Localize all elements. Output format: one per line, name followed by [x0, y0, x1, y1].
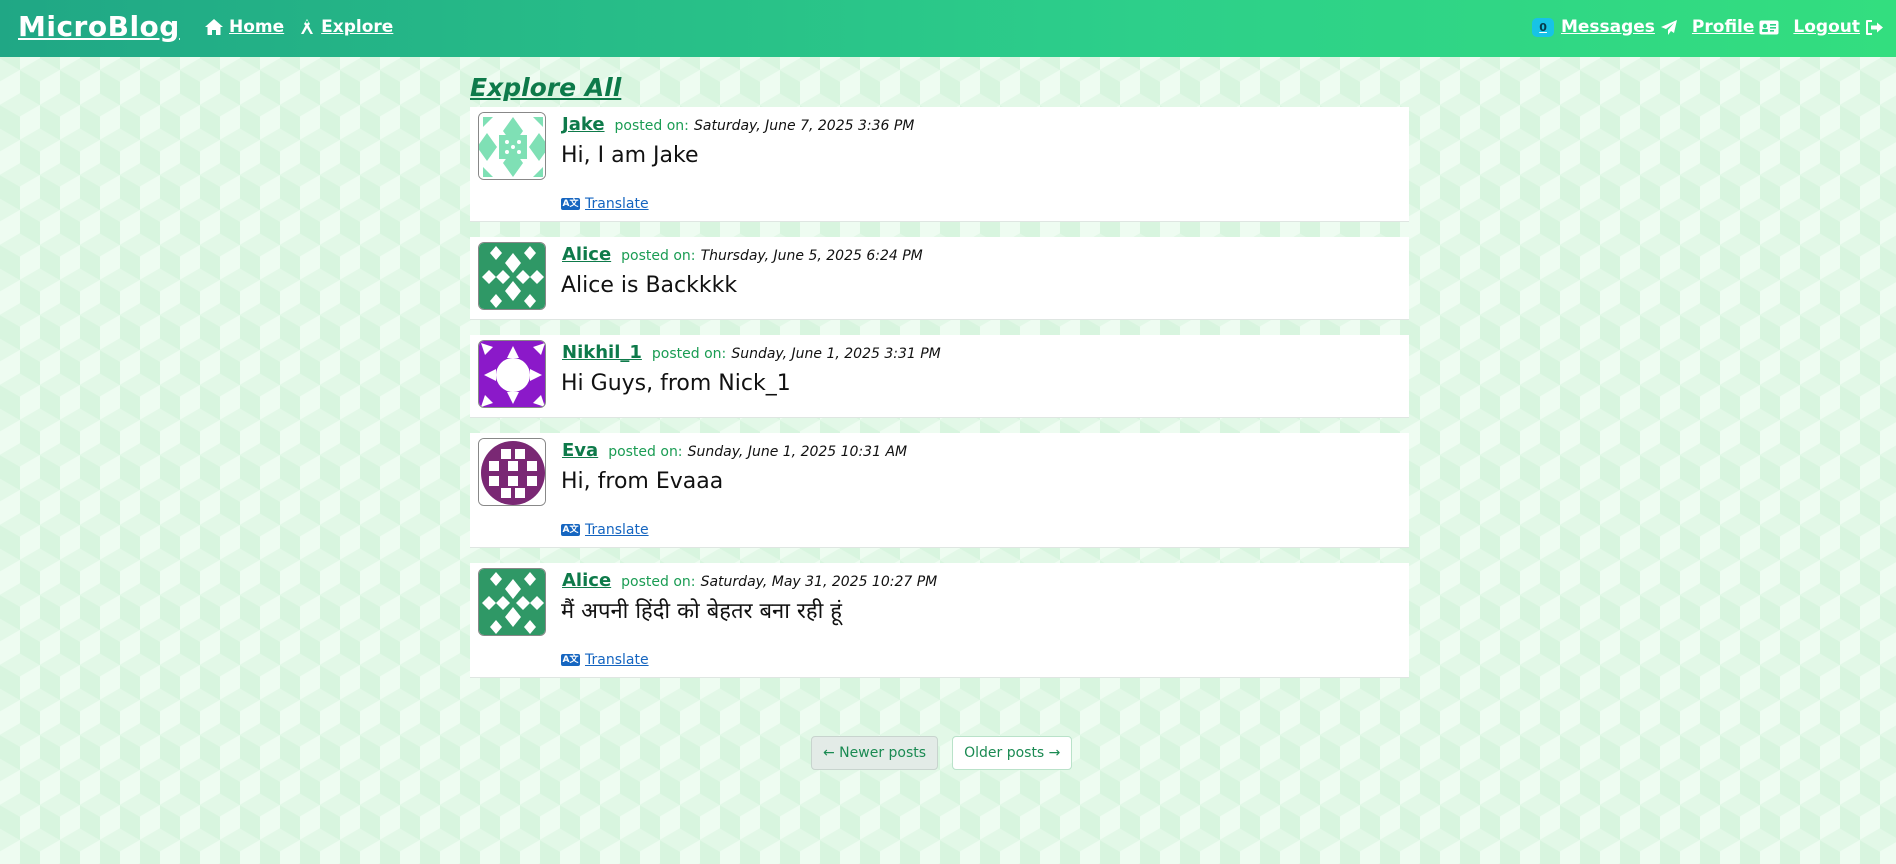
posted-on-label: posted on:	[621, 248, 696, 264]
nav-messages-link[interactable]: 0 Messages	[1532, 17, 1678, 37]
newer-posts-button[interactable]: ← Newer posts	[811, 736, 939, 770]
nav-right: 0 Messages Profile Logout	[1532, 17, 1884, 37]
post-author-link[interactable]: Alice	[562, 570, 611, 591]
messages-count-badge: 0	[1532, 17, 1554, 37]
translate-icon: A文	[561, 524, 580, 536]
nav-explore-label: Explore	[321, 17, 394, 37]
translate-label: Translate	[585, 196, 649, 212]
post-date: Saturday, May 31, 2025 10:27 PM	[700, 574, 938, 590]
nav-home-label: Home	[229, 17, 285, 37]
identicon-image	[479, 341, 545, 407]
posted-on-label: posted on:	[614, 118, 689, 134]
post-header: Alice posted on: Thursday, June 5, 2025 …	[562, 244, 923, 265]
post-header: Alice posted on: Saturday, May 31, 2025 …	[562, 570, 937, 591]
post-author-link[interactable]: Jake	[562, 114, 605, 135]
posted-on-label: posted on:	[621, 574, 696, 590]
identicon-image	[479, 243, 545, 309]
post-date: Sunday, June 1, 2025 3:31 PM	[731, 346, 941, 362]
logout-icon	[1866, 19, 1883, 35]
post-author-link[interactable]: Alice	[562, 244, 611, 265]
post-body: मैं अपनी हिंदी को बेहतर बना रही हूं	[561, 599, 842, 624]
post-header: Nikhil_1 posted on: Sunday, June 1, 2025…	[562, 342, 941, 363]
post-item: Jake posted on: Saturday, June 7, 2025 3…	[470, 107, 1409, 222]
home-icon	[205, 19, 223, 35]
nav-messages-label: Messages	[1560, 17, 1655, 37]
posted-on-label: posted on:	[608, 444, 683, 460]
post-body: Hi Guys, from Nick_1	[561, 371, 791, 396]
nav-profile-link[interactable]: Profile	[1692, 17, 1779, 37]
translate-label: Translate	[585, 652, 649, 668]
identicon-image	[479, 113, 545, 179]
post-date: Saturday, June 7, 2025 3:36 PM	[693, 118, 915, 134]
post-date: Sunday, June 1, 2025 10:31 AM	[687, 444, 908, 460]
nav-logout-label: Logout	[1793, 17, 1860, 37]
explore-icon	[301, 19, 314, 34]
brand-logo[interactable]: MicroBlog	[18, 10, 180, 43]
nav-left: Home Explore	[204, 17, 393, 37]
nav-explore-link[interactable]: Explore	[298, 17, 393, 37]
post-header: Eva posted on: Sunday, June 1, 2025 10:3…	[562, 440, 907, 461]
post-item: Eva posted on: Sunday, June 1, 2025 10:3…	[470, 433, 1409, 548]
post-header: Jake posted on: Saturday, June 7, 2025 3…	[562, 114, 914, 135]
avatar[interactable]	[478, 242, 546, 310]
avatar[interactable]	[478, 568, 546, 636]
post-body: Alice is Backkkk	[561, 273, 738, 298]
older-posts-button[interactable]: Older posts →	[952, 736, 1073, 770]
paper-plane-icon	[1660, 19, 1677, 35]
navbar: MicroBlog Home Explore 0 Messages Profil…	[0, 0, 1896, 57]
avatar[interactable]	[478, 438, 546, 506]
translate-icon: A文	[561, 654, 580, 666]
avatar[interactable]	[478, 112, 546, 180]
main-content: Explore All Jake posted on: Saturday, Ju…	[470, 73, 1409, 693]
translate-link[interactable]: A文 Translate	[561, 652, 649, 668]
page-title: Explore All	[470, 73, 622, 102]
post-author-link[interactable]: Nikhil_1	[562, 342, 642, 363]
translate-icon: A文	[561, 198, 580, 210]
translate-link[interactable]: A文 Translate	[561, 196, 649, 212]
identicon-image	[479, 439, 545, 505]
nav-logout-link[interactable]: Logout	[1793, 17, 1884, 37]
post-author-link[interactable]: Eva	[562, 440, 598, 461]
post-body: Hi, I am Jake	[561, 143, 699, 168]
identicon-image	[479, 569, 545, 635]
post-item: Alice posted on: Saturday, May 31, 2025 …	[470, 563, 1409, 678]
pagination: ← Newer posts Older posts →	[811, 736, 1073, 770]
id-card-icon	[1759, 20, 1779, 34]
post-body: Hi, from Evaaa	[561, 469, 724, 494]
post-date: Thursday, June 5, 2025 6:24 PM	[700, 248, 923, 264]
post-item: Nikhil_1 posted on: Sunday, June 1, 2025…	[470, 335, 1409, 418]
post-item: Alice posted on: Thursday, June 5, 2025 …	[470, 237, 1409, 320]
translate-label: Translate	[585, 522, 649, 538]
avatar[interactable]	[478, 340, 546, 408]
nav-profile-label: Profile	[1691, 17, 1755, 37]
posted-on-label: posted on:	[651, 346, 727, 362]
nav-home-link[interactable]: Home	[204, 17, 284, 37]
translate-link[interactable]: A文 Translate	[561, 522, 649, 538]
